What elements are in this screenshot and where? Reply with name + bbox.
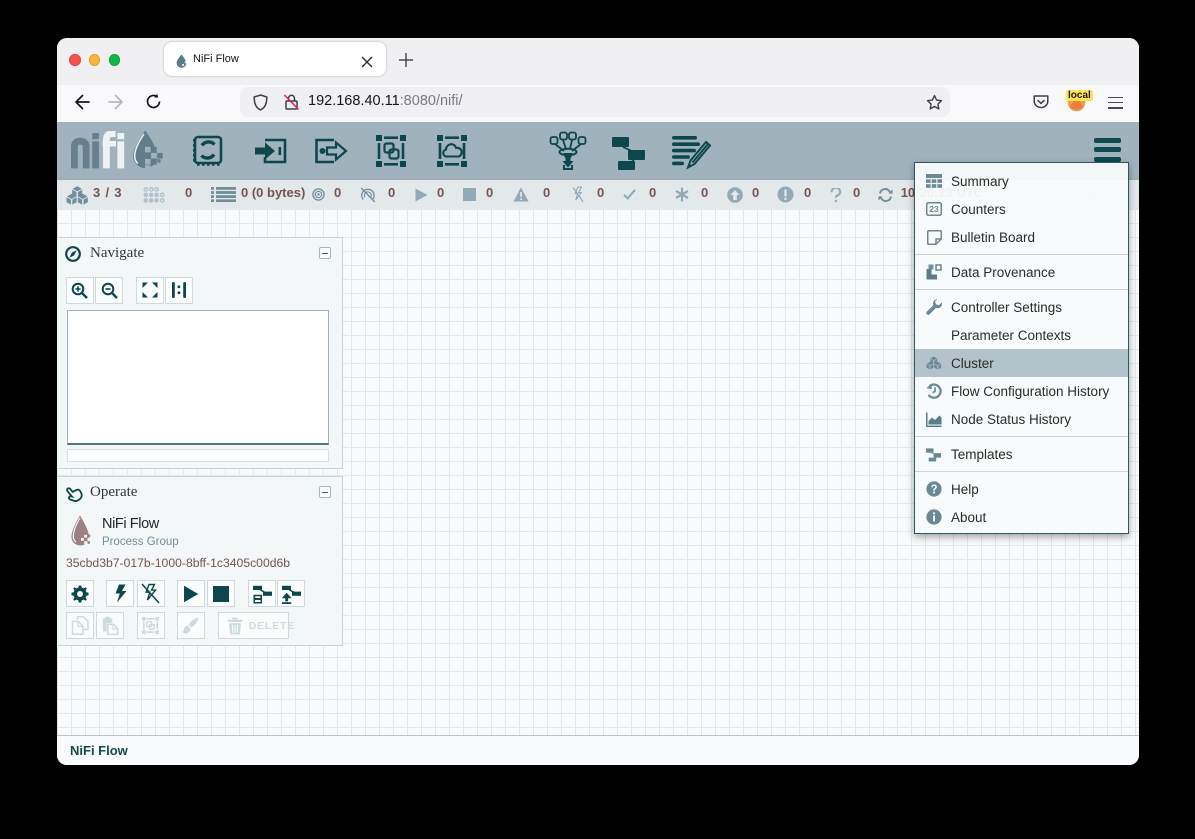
- svg-text:23: 23: [929, 204, 939, 214]
